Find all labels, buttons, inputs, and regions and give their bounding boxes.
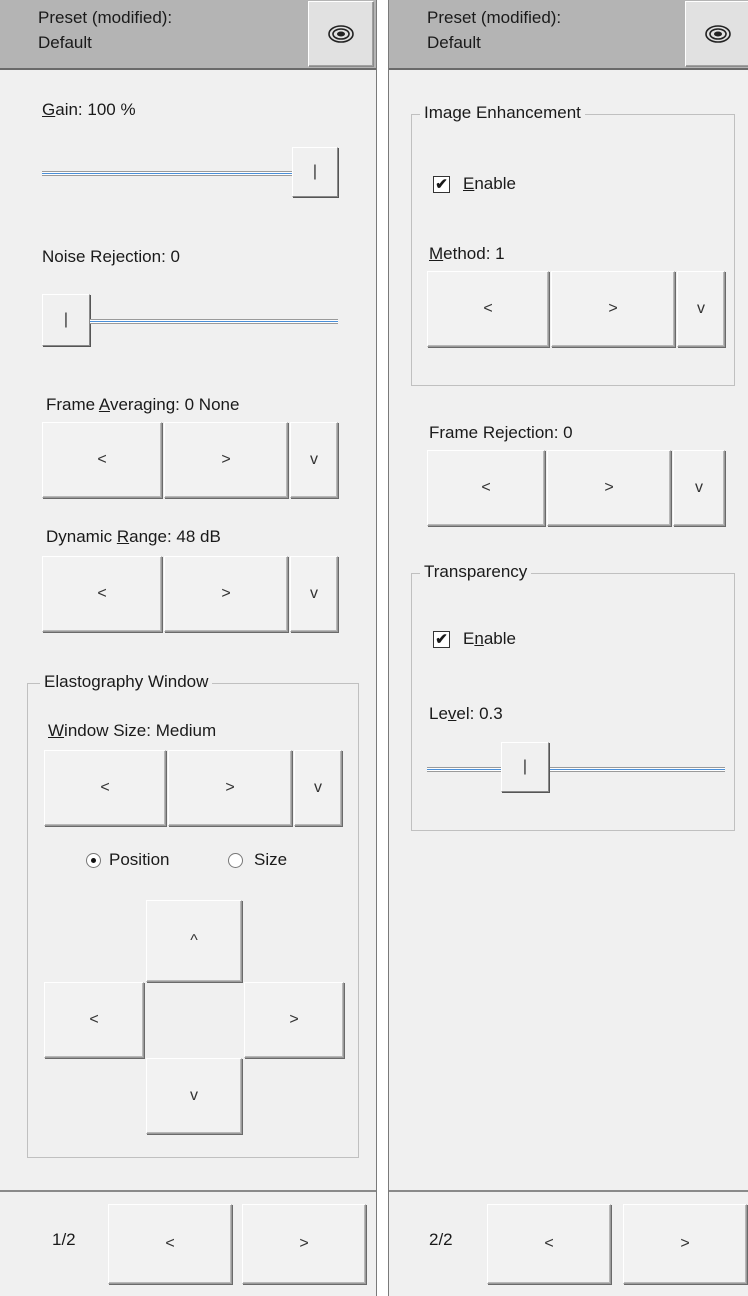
gain-slider-track[interactable] [42,171,294,176]
transparency-enable-label[interactable]: Enable [463,629,516,649]
transparency-group: Transparency [411,562,735,831]
layers-icon [328,25,354,43]
method-label-accel: M [429,244,444,263]
dynamic-range-dropdown-button[interactable]: v [290,556,338,632]
prev-page-button[interactable]: < [108,1204,232,1284]
image-enhancement-title: Image Enhancement [420,103,585,123]
frame-averaging-next-button[interactable]: > [164,422,288,498]
frame-averaging-label-pre: Frame [46,395,99,414]
prev-page-button[interactable]: < [487,1204,611,1284]
frame-averaging-label-post: veraging: 0 None [109,395,240,414]
page-footer: 2/2 < > [389,1190,748,1296]
noise-label-pre: Noise Re [42,247,112,266]
frame-rejection-next-button[interactable]: > [547,450,671,526]
transparency-level-label: Level: 0.3 [429,704,503,724]
frame-averaging-label-accel: A [98,395,110,414]
controls-panel-page-1: Preset (modified): Default Gain: 100 % |… [0,0,377,1296]
next-page-button[interactable]: > [242,1204,366,1284]
transparency-level-slider-track[interactable] [427,767,725,772]
method-label: Method: 1 [429,244,505,264]
enable-label-text: nable [474,174,516,193]
move-right-button[interactable]: > [244,982,344,1058]
transparency-enable-pre: E [463,629,475,648]
move-down-button[interactable]: v [146,1058,242,1134]
gain-slider-thumb[interactable]: | [292,147,338,197]
method-label-text: ethod: 1 [443,244,505,263]
dynamic-range-label-pre: Dynamic [46,527,117,546]
preset-label: Preset (modified): [38,8,173,27]
noise-rejection-slider-thumb[interactable]: | [42,294,90,346]
window-size-label: Window Size: Medium [48,721,216,741]
preset-menu-button[interactable] [685,1,748,67]
transparency-level-slider-thumb[interactable]: | [501,742,549,792]
dynamic-range-prev-button[interactable]: < [42,556,162,632]
frame-rejection-label-pre: Frame Re [429,423,505,442]
frame-averaging-label: Frame Averaging: 0 None [46,395,239,415]
window-size-label-accel: W [48,721,65,740]
move-left-button[interactable]: < [44,982,144,1058]
next-page-button[interactable]: > [623,1204,747,1284]
transparency-enable-accel: n [474,629,484,648]
window-size-next-button[interactable]: > [168,750,292,826]
level-label-pre: Le [429,704,448,723]
preset-name: Default [38,33,92,52]
preset-name: Default [427,33,481,52]
position-radio-label[interactable]: Position [109,850,169,870]
size-radio[interactable] [228,853,243,868]
frame-averaging-prev-button[interactable]: < [42,422,162,498]
page-indicator: 1/2 [52,1230,76,1249]
method-next-button[interactable]: > [551,271,675,347]
window-size-label-text: indow Size: Medium [64,721,217,740]
image-enhancement-enable-checkbox[interactable]: ✔ [433,176,450,193]
noise-label-post: ection: 0 [115,247,180,266]
gain-label-text: ain: 100 % [55,100,136,119]
transparency-enable-post: able [483,629,516,648]
position-radio[interactable] [86,853,101,868]
preset-header: Preset (modified): Default [389,0,748,70]
page-footer: 1/2 < > [0,1190,376,1296]
gain-label-accel: G [42,100,56,119]
method-dropdown-button[interactable]: v [677,271,725,347]
preset-header: Preset (modified): Default [0,0,376,70]
dynamic-range-label-accel: R [116,527,130,546]
frame-rejection-prev-button[interactable]: < [427,450,545,526]
preset-title: Preset (modified): Default [38,5,172,55]
frame-averaging-dropdown-button[interactable]: v [290,422,338,498]
layers-icon [705,25,731,43]
preset-title: Preset (modified): Default [427,5,561,55]
preset-menu-button[interactable] [308,1,374,67]
move-up-button[interactable]: ^ [146,900,242,982]
controls-panel-page-2: Preset (modified): Default Image Enhance… [388,0,748,1296]
size-radio-label[interactable]: Size [254,850,287,870]
dynamic-range-next-button[interactable]: > [164,556,288,632]
window-size-prev-button[interactable]: < [44,750,166,826]
method-prev-button[interactable]: < [427,271,549,347]
transparency-title: Transparency [420,562,532,582]
page-indicator: 2/2 [429,1230,453,1249]
dynamic-range-label: Dynamic Range: 48 dB [46,527,221,547]
elastography-window-title: Elastography Window [40,672,213,692]
noise-rejection-label: Noise Rejection: 0 [42,247,180,267]
image-enhancement-enable-label[interactable]: Enable [463,174,516,194]
noise-rejection-slider-track[interactable] [90,319,338,324]
preset-label: Preset (modified): [427,8,562,27]
window-size-dropdown-button[interactable]: v [294,750,342,826]
frame-rejection-label-post: ection: 0 [508,423,573,442]
dynamic-range-label-post: ange: 48 dB [129,527,221,546]
level-label-post: el: 0.3 [456,704,503,723]
frame-rejection-label: Frame Rejection: 0 [429,423,573,443]
gain-label: Gain: 100 % [42,100,136,120]
transparency-enable-checkbox[interactable]: ✔ [433,631,450,648]
enable-label-accel: E [463,174,475,193]
frame-rejection-dropdown-button[interactable]: v [673,450,725,526]
